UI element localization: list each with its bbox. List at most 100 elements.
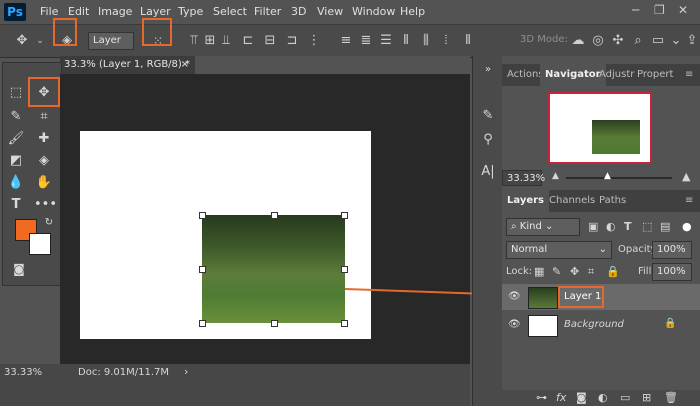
transform-handle[interactable] — [271, 212, 278, 219]
healing-brush-tool-icon[interactable]: ✚ — [34, 129, 54, 149]
close-icon[interactable]: ✕ — [678, 3, 688, 17]
tab-layers[interactable]: Layers — [502, 190, 549, 212]
blur-tool-icon[interactable]: 💧 — [6, 173, 26, 193]
navigator-preview[interactable] — [548, 92, 652, 164]
new-group-icon[interactable]: ▭ — [620, 391, 630, 404]
fill-field[interactable]: 100% ⌄ — [652, 263, 692, 293]
pan-3d-icon[interactable]: ✣ — [610, 33, 626, 49]
transform-handle[interactable] — [341, 212, 348, 219]
roll-3d-icon[interactable]: ◎ — [590, 33, 606, 49]
eraser-tool-icon[interactable]: ◩ — [6, 151, 26, 171]
panel-menu-icon[interactable]: ≡ — [680, 64, 698, 86]
transform-handle[interactable] — [199, 320, 206, 327]
swap-colors-icon[interactable]: ↻ — [39, 213, 59, 233]
transform-handle[interactable] — [271, 320, 278, 327]
align-bottom-icon[interactable]: ⫫ — [218, 33, 234, 49]
magic-wand-tool-icon[interactable]: ✎ — [6, 107, 26, 127]
layer-row-layer-1[interactable]: 👁 Layer 1 — [502, 284, 700, 310]
garden-photo-layer[interactable] — [199, 212, 348, 327]
align-right-icon[interactable]: ⊐ — [284, 33, 300, 49]
add-mask-icon[interactable]: ◙ — [576, 391, 587, 404]
filter-pixel-icon[interactable]: ▣ — [588, 220, 598, 233]
menu-layer[interactable]: Layer — [140, 5, 171, 18]
crop-tool-icon[interactable]: ⌗ — [34, 107, 54, 127]
tab-channels[interactable]: Channels — [544, 190, 600, 212]
collapse-icon[interactable]: » — [478, 60, 498, 80]
lock-artboard-icon[interactable]: ⌗ — [588, 265, 594, 279]
workspace-icon[interactable]: ▭ — [650, 33, 666, 49]
lock-transparency-icon[interactable]: ▦ — [534, 265, 544, 278]
distribute-right-icon[interactable]: ⦙ — [438, 33, 454, 49]
align-vcenter-icon[interactable]: ⊞ — [202, 33, 218, 49]
menu-edit[interactable]: Edit — [68, 5, 89, 18]
minimize-icon[interactable]: ─ — [632, 3, 639, 17]
layer-row-background[interactable]: 👁 Background 🔒 — [502, 312, 700, 338]
distribute-top-icon[interactable]: ≡ — [338, 33, 354, 49]
menu-window[interactable]: Window — [352, 5, 395, 18]
distribute-hcenter-icon[interactable]: ⫼ — [418, 33, 434, 49]
layer-name-background[interactable]: Background — [564, 319, 624, 330]
menu-select[interactable]: Select — [213, 5, 247, 18]
distribute-left-icon[interactable]: ⦀ — [398, 33, 414, 49]
filter-type-icon[interactable]: T — [624, 220, 632, 233]
quick-mask-icon[interactable]: ◙ — [9, 259, 29, 279]
navigator-zoom-field[interactable]: 33.33% — [502, 170, 545, 186]
menu-help[interactable]: Help — [400, 5, 425, 18]
zoom-in-icon[interactable]: ▲ — [682, 170, 690, 183]
delete-layer-icon[interactable]: 🗑 — [664, 391, 678, 404]
document-tab[interactable]: 33.3% (Layer 1, RGB/8) * × — [60, 56, 195, 74]
share-icon[interactable]: ⇪ — [684, 33, 700, 49]
paint-bucket-tool-icon[interactable]: ◈ — [34, 151, 54, 171]
tool-presets-icon[interactable]: ⚲ — [478, 130, 498, 150]
align-top-icon[interactable]: ⫪ — [186, 33, 202, 49]
character-icon[interactable]: A| — [478, 162, 498, 182]
chevron-down-icon[interactable]: ⌄ — [32, 33, 48, 49]
status-menu-arrow-icon[interactable]: › — [184, 365, 188, 378]
distribute-bottom-icon[interactable]: ☰ — [378, 33, 394, 49]
distribute-vcenter-icon[interactable]: ≣ — [358, 33, 374, 49]
align-left-icon[interactable]: ⊏ — [240, 33, 256, 49]
transform-handle[interactable] — [341, 320, 348, 327]
background-color-swatch[interactable] — [29, 233, 51, 255]
orbit-3d-icon[interactable]: ☁ — [570, 33, 586, 49]
tab-paths[interactable]: Paths — [594, 190, 631, 212]
blend-mode-dropdown[interactable]: Normal ⌄ — [506, 241, 612, 259]
chevron-down-icon[interactable]: ⌄ — [668, 33, 684, 49]
zoom-slider-track[interactable] — [566, 177, 672, 179]
opacity-field[interactable]: 100% ⌄ — [652, 241, 692, 271]
menu-filter[interactable]: Filter — [254, 5, 281, 18]
transform-handle[interactable] — [199, 212, 206, 219]
visibility-eye-icon[interactable]: 👁 — [508, 291, 521, 302]
transform-handle[interactable] — [199, 266, 206, 273]
new-layer-icon[interactable]: ⊞ — [642, 391, 651, 404]
brush-settings-icon[interactable]: ✎ — [478, 106, 498, 126]
link-layers-icon[interactable]: ⊶ — [536, 391, 547, 404]
distribute-icon[interactable]: ⋮ — [306, 33, 322, 49]
brush-tool-icon[interactable]: 🖌 — [6, 129, 26, 149]
search-icon[interactable]: ⌕ — [630, 33, 646, 49]
menu-view[interactable]: View — [317, 5, 343, 18]
fx-icon[interactable]: fx — [556, 391, 566, 404]
lock-all-icon[interactable]: 🔒 — [606, 265, 620, 278]
menu-file[interactable]: File — [40, 5, 58, 18]
align-hcenter-icon[interactable]: ⊟ — [262, 33, 278, 49]
zoom-slider-thumb[interactable]: ▲ — [604, 171, 611, 181]
menu-type[interactable]: Type — [178, 5, 203, 18]
lock-position-icon[interactable]: ✥ — [570, 265, 579, 278]
filter-shape-icon[interactable]: ⬚ — [642, 220, 652, 233]
marquee-tool-icon[interactable]: ⬚ — [6, 83, 26, 103]
more-tools-icon[interactable]: ••• — [34, 195, 57, 215]
smudge-tool-icon[interactable]: ✋ — [34, 173, 54, 193]
tab-properties[interactable]: Propert — [632, 64, 678, 86]
menu-3d[interactable]: 3D — [291, 5, 306, 18]
lock-image-icon[interactable]: ✎ — [552, 265, 561, 278]
auto-select-dropdown[interactable]: Layer ⌄ — [88, 32, 134, 62]
auto-align-icon[interactable]: ⫴ — [460, 33, 476, 49]
restore-icon[interactable]: ❐ — [654, 3, 665, 17]
filter-adjustment-icon[interactable]: ◐ — [606, 220, 616, 233]
filter-toggle-icon[interactable]: ● — [682, 220, 692, 233]
adjustment-layer-icon[interactable]: ◐ — [598, 391, 608, 404]
filter-smart-object-icon[interactable]: ▤ — [660, 220, 670, 233]
zoom-out-icon[interactable]: ▲ — [552, 171, 559, 181]
close-tab-icon[interactable]: × — [181, 56, 189, 74]
